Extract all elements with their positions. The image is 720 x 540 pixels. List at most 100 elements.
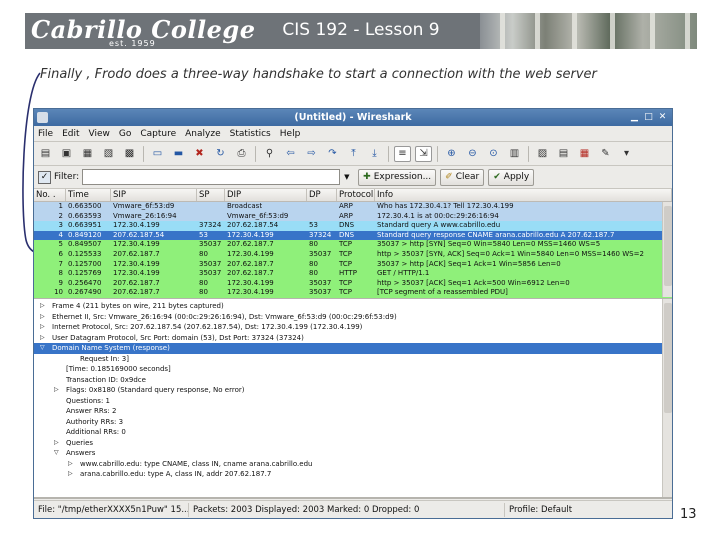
expand-right-icon[interactable]: ▷ xyxy=(40,301,45,312)
zoom-normal-icon[interactable]: ⊙ xyxy=(485,146,502,162)
restart-icon[interactable]: ▧ xyxy=(100,146,117,162)
column-header[interactable]: DP xyxy=(307,189,337,201)
column-header[interactable]: No. . xyxy=(34,189,66,201)
find-icon[interactable]: ⚲ xyxy=(261,146,278,162)
detail-row[interactable]: ▷ Ethernet II, Src: Vmware_26:16:94 (00:0… xyxy=(34,312,672,323)
stop-icon[interactable]: ▦ xyxy=(79,146,96,162)
filter-icon[interactable]: ✓ xyxy=(38,170,51,184)
expand-right-icon[interactable]: ▷ xyxy=(40,333,45,344)
help-icon[interactable]: ▾ xyxy=(618,146,635,162)
detail-row[interactable]: ▽ Domain Name System (response) xyxy=(34,343,672,354)
start-icon[interactable]: ▣ xyxy=(58,146,75,162)
chevron-down-icon[interactable]: ▼ xyxy=(344,173,354,181)
back-icon[interactable]: ⇦ xyxy=(282,146,299,162)
goto-icon[interactable]: ↷ xyxy=(324,146,341,162)
menu-help[interactable]: Help xyxy=(280,129,301,139)
detail-row[interactable]: Transaction ID: 0x9dce xyxy=(34,375,672,386)
expand-down-icon[interactable]: ▽ xyxy=(40,343,45,354)
expand-right-icon[interactable]: ▷ xyxy=(40,312,45,323)
column-header[interactable]: Info xyxy=(375,189,672,201)
preferences-icon[interactable]: ✎ xyxy=(597,146,614,162)
packet-row[interactable]: 2 0.663593 Vmware_26:16:94 Vmware_6f:53:d9 A… xyxy=(34,211,672,222)
print-icon[interactable]: ⎙ xyxy=(233,146,250,162)
display-filters-icon[interactable]: ▤ xyxy=(555,146,572,162)
packet-cell: 5 xyxy=(58,240,63,249)
detail-row[interactable]: Additional RRs: 0 xyxy=(34,427,672,438)
coloring-rules-icon[interactable]: ▦ xyxy=(576,146,593,162)
packet-row[interactable]: 5 0.849507 172.30.4.199 35037 207.62.187.7 80… xyxy=(34,240,672,250)
column-header[interactable]: Time xyxy=(66,189,111,201)
packet-row[interactable]: 4 0.849120 207.62.187.54 53 172.30.4.199 3732… xyxy=(34,230,672,241)
window-titlebar: (Untitled) - Wireshark ▁ □ ✕ xyxy=(34,109,672,126)
detail-row[interactable]: ▷ Internet Protocol, Src: 207.62.187.54 (… xyxy=(34,322,672,333)
options-icon[interactable]: ▩ xyxy=(121,146,138,162)
resize-columns-icon[interactable]: ▥ xyxy=(506,146,523,162)
top-icon[interactable]: ⤒ xyxy=(345,146,362,162)
packet-cell: 172.30.4.199 xyxy=(113,240,160,249)
scrollbar-thumb[interactable] xyxy=(664,206,672,286)
menu-statistics[interactable]: Statistics xyxy=(230,129,271,139)
expand-right-icon[interactable]: ▷ xyxy=(54,385,59,396)
expand-right-icon[interactable]: ▷ xyxy=(68,469,73,480)
expand-right-icon[interactable]: ▷ xyxy=(54,438,59,449)
packet-details-scrollbar[interactable] xyxy=(662,299,672,497)
window-menu-icon[interactable] xyxy=(37,112,48,123)
detail-row[interactable]: [Time: 0.185169000 seconds] xyxy=(34,364,672,375)
capture-filters-icon[interactable]: ▨ xyxy=(534,146,551,162)
menu-analyze[interactable]: Analyze xyxy=(185,129,220,139)
packet-row[interactable]: 9 0.256470 207.62.187.7 80 172.30.4.199 35037… xyxy=(34,278,672,289)
detail-row[interactable]: ▷ Frame 4 (211 bytes on wire, 211 bytes c… xyxy=(34,301,672,312)
packet-row[interactable]: 3 0.663951 172.30.4.199 37324 207.62.187.54 5… xyxy=(34,221,672,231)
close-window-icon[interactable]: ✕ xyxy=(657,112,668,123)
detail-row[interactable]: ▷ Flags: 0x8180 (Standard query response,… xyxy=(34,385,672,396)
expression-button[interactable]: ✚ Expression... xyxy=(358,168,437,186)
zoom-in-icon[interactable]: ⊕ xyxy=(443,146,460,162)
apply-button[interactable]: ✔ Apply xyxy=(488,168,535,186)
detail-row[interactable]: Request In: 3] xyxy=(34,354,672,365)
forward-icon[interactable]: ⇨ xyxy=(303,146,320,162)
zoom-out-icon[interactable]: ⊖ xyxy=(464,146,481,162)
detail-row[interactable]: ▷ www.cabrillo.edu: type CNAME, class IN,… xyxy=(34,459,672,470)
detail-row[interactable]: ▷ Queries xyxy=(34,438,672,449)
column-header[interactable]: SP xyxy=(197,189,225,201)
packet-cell: 1 xyxy=(58,202,63,210)
detail-row[interactable]: ▷ User Datagram Protocol, Src Port: domai… xyxy=(34,333,672,344)
clear-button[interactable]: ✐ Clear xyxy=(440,168,485,186)
expand-right-icon[interactable]: ▷ xyxy=(68,459,73,470)
packet-row[interactable]: 10 0.267490 207.62.187.7 80 172.30.4.199 3503… xyxy=(34,288,672,298)
expand-right-icon[interactable]: ▷ xyxy=(40,322,45,333)
packet-list-scrollbar[interactable] xyxy=(662,202,672,297)
menu-edit[interactable]: Edit xyxy=(62,129,79,139)
packet-row[interactable]: 6 0.125533 207.62.187.7 80 172.30.4.199 35037… xyxy=(34,249,672,260)
reload-icon[interactable]: ↻ xyxy=(212,146,229,162)
packet-row[interactable]: 8 0.125769 172.30.4.199 35037 207.62.187.7 80… xyxy=(34,269,672,279)
packet-row[interactable]: 1 0.663500 Vmware_6f:53:d9 Broadcast ARP Who … xyxy=(34,202,672,212)
menu-file[interactable]: File xyxy=(38,129,53,139)
bottom-icon[interactable]: ⤓ xyxy=(366,146,383,162)
open-icon[interactable]: ▭ xyxy=(149,146,166,162)
status-profile[interactable]: Profile: Default xyxy=(505,503,576,517)
menu-go[interactable]: Go xyxy=(119,129,131,139)
column-header[interactable]: SIP xyxy=(111,189,197,201)
save-icon[interactable]: ▬ xyxy=(170,146,187,162)
packet-cell: 172.30.4.199 xyxy=(227,230,274,239)
menu-view[interactable]: View xyxy=(89,129,110,139)
filter-input[interactable] xyxy=(82,169,341,185)
menu-capture[interactable]: Capture xyxy=(140,129,176,139)
close-icon[interactable]: ✖ xyxy=(191,146,208,162)
column-header[interactable]: Protocol xyxy=(337,189,375,201)
interfaces-icon[interactable]: ▤ xyxy=(37,146,54,162)
detail-row[interactable]: ▽ Answers xyxy=(34,448,672,459)
colorize-icon[interactable]: ≡ xyxy=(394,145,411,162)
packet-row[interactable]: 7 0.125700 172.30.4.199 35037 207.62.187.7 80… xyxy=(34,259,672,270)
detail-row[interactable]: Authority RRs: 3 xyxy=(34,417,672,428)
column-header[interactable]: DIP xyxy=(225,189,307,201)
maximize-icon[interactable]: □ xyxy=(643,112,654,123)
autoscroll-icon[interactable]: ⇲ xyxy=(415,145,432,162)
minimize-icon[interactable]: ▁ xyxy=(629,112,640,123)
detail-row[interactable]: ▷ arana.cabrillo.edu: type A, class IN, a… xyxy=(34,469,672,480)
expand-down-icon[interactable]: ▽ xyxy=(54,448,59,459)
detail-row[interactable]: Questions: 1 xyxy=(34,396,672,407)
scrollbar-thumb[interactable] xyxy=(664,303,672,413)
detail-row[interactable]: Answer RRs: 2 xyxy=(34,406,672,417)
